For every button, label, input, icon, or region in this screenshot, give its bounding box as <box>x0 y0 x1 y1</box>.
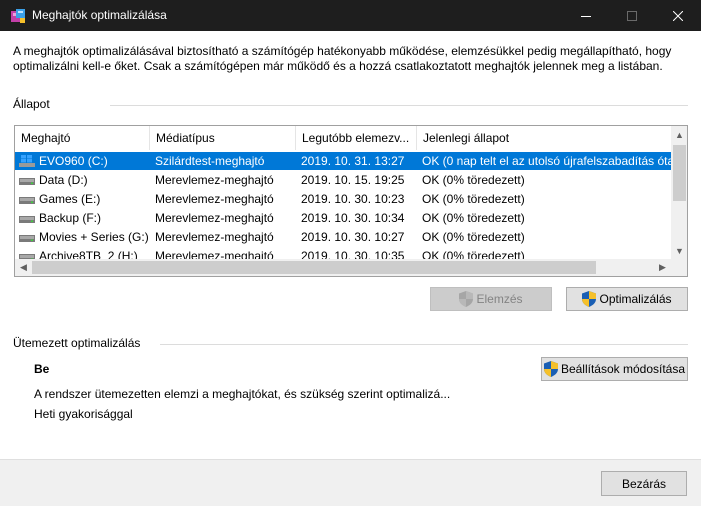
media-type: Merevlemez-meghajtó <box>155 249 274 259</box>
close-button-label: Bezárás <box>621 476 667 491</box>
defrag-app-icon <box>11 9 25 23</box>
drive-cell: Archive8TB_2 (H:) <box>19 247 149 259</box>
current-status: OK (0% töredezett) <box>422 192 525 206</box>
table-row[interactable]: EVO960 (C:) Szilárdtest-meghajtó 2019. 1… <box>15 152 671 170</box>
change-settings-button-label: Beállítások módosítása <box>560 362 686 376</box>
drive-cell: Games (E:) <box>19 190 149 208</box>
schedule-status: Be <box>34 362 50 376</box>
hard-drive-icon <box>19 197 35 204</box>
column-header-drive[interactable]: Meghajtó <box>15 126 150 150</box>
status-section-divider <box>110 105 688 106</box>
list-rows: EVO960 (C:) Szilárdtest-meghajtó 2019. 1… <box>15 150 671 259</box>
list-header: Meghajtó Médiatípus Legutóbb elemezv... … <box>15 126 671 150</box>
hard-drive-icon <box>19 235 35 242</box>
last-analyzed: 2019. 10. 30. 10:27 <box>301 230 405 244</box>
horizontal-scroll-thumb[interactable] <box>32 261 596 274</box>
table-row[interactable]: Movies + Series (G:) Merevlemez-meghajtó… <box>15 228 671 246</box>
table-row[interactable]: Data (D:) Merevlemez-meghajtó 2019. 10. … <box>15 171 671 189</box>
drive-name: Backup (F:) <box>39 211 102 225</box>
analyze-button[interactable]: Elemzés <box>430 287 552 311</box>
vertical-scrollbar[interactable]: ▲ ▼ <box>671 126 687 259</box>
drive-name: Archive8TB_2 (H:) <box>39 249 138 259</box>
title-bar[interactable]: Meghajtók optimalizálása <box>0 0 701 31</box>
scheduled-section-label: Ütemezett optimalizálás <box>13 336 141 350</box>
optimize-button[interactable]: Optimalizálás <box>566 287 688 311</box>
drive-cell: Movies + Series (G:) <box>19 228 149 246</box>
footer-bar: Bezárás <box>0 459 701 506</box>
media-type: Merevlemez-meghajtó <box>155 192 274 206</box>
last-analyzed: 2019. 10. 31. 13:27 <box>301 154 405 168</box>
media-type: Merevlemez-meghajtó <box>155 211 274 225</box>
scheduled-section-divider <box>160 344 688 345</box>
hard-drive-icon <box>19 254 35 259</box>
close-window-button[interactable] <box>655 0 701 31</box>
scrollbar-corner <box>671 259 687 276</box>
analyze-button-label: Elemzés <box>476 292 523 306</box>
scroll-right-icon[interactable]: ▶ <box>654 259 671 276</box>
schedule-description: A rendszer ütemezetten elemzi a meghajtó… <box>34 387 451 401</box>
table-row[interactable]: Backup (F:) Merevlemez-meghajtó 2019. 10… <box>15 209 671 227</box>
column-header-current-status[interactable]: Jelenlegi állapot <box>417 126 671 150</box>
optimize-button-label: Optimalizálás <box>599 292 672 306</box>
table-row[interactable]: Games (E:) Merevlemez-meghajtó 2019. 10.… <box>15 190 671 208</box>
status-section-label: Állapot <box>13 97 50 111</box>
drive-name: EVO960 (C:) <box>39 154 108 168</box>
table-row[interactable]: Archive8TB_2 (H:) Merevlemez-meghajtó 20… <box>15 247 671 259</box>
current-status: OK (0% töredezett) <box>422 211 525 225</box>
last-analyzed: 2019. 10. 15. 19:25 <box>301 173 405 187</box>
hard-drive-icon <box>19 178 35 185</box>
uac-shield-icon <box>543 361 558 377</box>
scroll-down-icon[interactable]: ▼ <box>671 242 687 259</box>
close-icon <box>673 10 683 21</box>
media-type: Merevlemez-meghajtó <box>155 230 274 244</box>
window-title: Meghajtók optimalizálása <box>32 8 167 22</box>
vertical-scroll-thumb[interactable] <box>673 145 686 201</box>
drive-cell: EVO960 (C:) <box>19 152 149 170</box>
drive-name: Games (E:) <box>39 192 101 206</box>
drive-name: Movies + Series (G:) <box>39 230 149 244</box>
minimize-icon <box>581 15 591 17</box>
schedule-frequency: Heti gyakorisággal <box>34 407 133 421</box>
hard-drive-icon <box>19 216 35 223</box>
maximize-icon <box>627 10 637 21</box>
drives-list[interactable]: Meghajtó Médiatípus Legutóbb elemezv... … <box>14 125 688 277</box>
column-header-last-analyzed[interactable]: Legutóbb elemezv... <box>296 126 417 150</box>
current-status: OK (0% töredezett) <box>422 230 525 244</box>
intro-text: A meghajtók optimalizálásával biztosítha… <box>13 44 672 73</box>
minimize-button[interactable] <box>563 0 609 31</box>
horizontal-scrollbar[interactable]: ◀ ▶ <box>15 259 671 276</box>
column-header-media-type[interactable]: Médiatípus <box>150 126 296 150</box>
media-type: Szilárdtest-meghajtó <box>155 154 265 168</box>
optimize-drives-window: Meghajtók optimalizálása A meghajtók opt… <box>0 0 701 506</box>
maximize-button[interactable] <box>609 0 655 31</box>
close-button[interactable]: Bezárás <box>601 471 687 496</box>
scroll-left-icon[interactable]: ◀ <box>15 259 32 276</box>
current-status: OK (0% töredezett) <box>422 173 525 187</box>
uac-shield-icon <box>582 291 597 307</box>
drive-name: Data (D:) <box>39 173 88 187</box>
change-settings-button[interactable]: Beállítások módosítása <box>541 357 688 381</box>
windows-drive-icon <box>19 155 35 167</box>
uac-shield-icon <box>459 291 474 307</box>
scroll-up-icon[interactable]: ▲ <box>671 126 687 143</box>
drive-cell: Data (D:) <box>19 171 149 189</box>
last-analyzed: 2019. 10. 30. 10:23 <box>301 192 405 206</box>
last-analyzed: 2019. 10. 30. 10:34 <box>301 211 405 225</box>
current-status: OK (0% töredezett) <box>422 249 525 259</box>
media-type: Merevlemez-meghajtó <box>155 173 274 187</box>
current-status: OK (0 nap telt el az utolsó újrafelszaba… <box>422 154 671 168</box>
drive-cell: Backup (F:) <box>19 209 149 227</box>
last-analyzed: 2019. 10. 30. 10:35 <box>301 249 405 259</box>
